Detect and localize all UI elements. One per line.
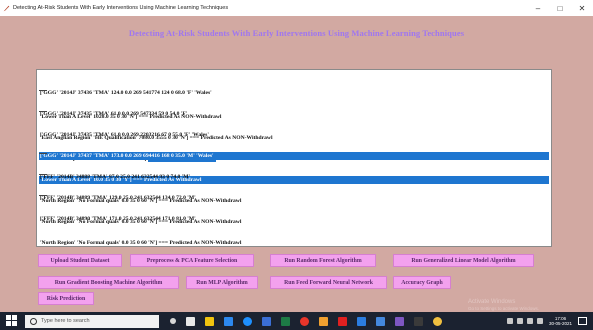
app-window: Detecting At-Risk Students With Early In… [0, 16, 593, 312]
edge-icon[interactable] [243, 316, 252, 326]
upload-student-dataset-button[interactable]: Upload Student Dataset [38, 254, 122, 267]
excel-icon[interactable] [281, 316, 290, 326]
run-gradient-boosting-button[interactable]: Run Gradient Boosting Machine Algorithm [38, 276, 179, 289]
prediction-record: ['FFF' '2014B' 34890 'TMA' 171.0 25.0 24… [39, 199, 549, 246]
microphone-icon[interactable] [170, 318, 176, 324]
chevron-up-icon[interactable] [516, 318, 523, 324]
system-tray: 17:06 30-05-2021 [505, 312, 587, 330]
run-glm-button[interactable]: Run Generalized Linear Model Algorithm [393, 254, 534, 267]
taskbar-clock[interactable]: 17:06 30-05-2021 [549, 316, 572, 327]
taskbar: Type here to search 17:06 30-05-2021 [0, 312, 593, 330]
windows-start-icon[interactable] [6, 315, 18, 327]
task-view-icon[interactable] [186, 316, 195, 326]
app-icon[interactable] [376, 316, 385, 326]
feather-app-icon [3, 5, 10, 11]
separator [39, 174, 47, 175]
search-icon [30, 317, 37, 325]
risk-prediction-button[interactable]: Risk Prediction [38, 292, 94, 305]
search-placeholder: Type here to search [41, 318, 90, 324]
store-icon[interactable] [224, 316, 233, 326]
separator [39, 90, 47, 91]
volume-icon[interactable] [536, 318, 543, 324]
page-title: Detecting At-Risk Students With Early In… [128, 28, 465, 38]
network-icon[interactable] [506, 318, 513, 324]
word-icon[interactable] [262, 316, 271, 326]
notification-icon[interactable] [578, 317, 587, 325]
run-mlp-button[interactable]: Run MLP Algorithm [186, 276, 258, 289]
watermark-subtitle: Go to Settings to activate Windows. [468, 306, 540, 311]
chrome-icon[interactable] [300, 316, 309, 326]
window-titlebar: Detecting At-Risk Students With Early In… [0, 0, 593, 16]
run-feed-forward-nn-button[interactable]: Run Feed Forward Neural Network [270, 276, 387, 289]
record-line: 'North Region' 'No Formal quals' 0.0 35 … [40, 240, 242, 246]
minimize-button[interactable]: – [527, 0, 549, 16]
separator [39, 111, 47, 112]
activate-windows-watermark: Activate Windows Go to Settings to activ… [468, 299, 539, 311]
run-random-forest-button[interactable]: Run Random Forest Algorithm [270, 254, 376, 267]
preprocess-pca-button[interactable]: Preprocess & PCA Feature Selection [130, 254, 254, 267]
taskbar-search-box[interactable]: Type here to search [25, 314, 159, 328]
accuracy-graph-button[interactable]: Accuracy Graph [393, 276, 451, 289]
record-line: ['FFF' '2014B' 34890 'TMA' 171.0 25.0 24… [40, 216, 196, 222]
file-explorer-icon[interactable] [205, 316, 214, 326]
app-icon[interactable] [319, 316, 328, 326]
app-icon[interactable] [357, 316, 366, 326]
prediction-output-text[interactable]: ['GGG' '2014J' 37436 'TMA' 124.0 0.0 269… [36, 69, 552, 247]
app-icon[interactable] [395, 316, 404, 326]
battery-icon[interactable] [526, 318, 533, 324]
separator [39, 195, 47, 196]
watermark-title: Activate Windows [468, 299, 516, 305]
acrobat-icon[interactable] [338, 316, 347, 326]
taskbar-pinned-apps [165, 316, 447, 326]
python-icon[interactable] [433, 316, 442, 326]
terminal-icon[interactable] [414, 316, 423, 326]
separator [39, 153, 47, 154]
close-button[interactable]: ✕ [571, 0, 593, 16]
clock-date: 30-05-2021 [548, 321, 572, 326]
window-title: Detecting At-Risk Students With Early In… [13, 5, 229, 11]
maximize-button[interactable]: □ [549, 0, 571, 16]
